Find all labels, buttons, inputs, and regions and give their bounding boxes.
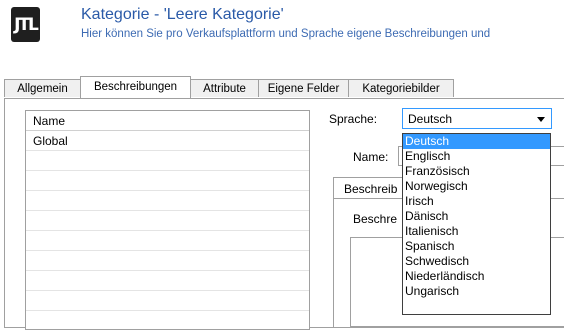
tab-kategoriebilder[interactable]: Kategoriebilder — [348, 79, 454, 97]
name-label: Name: — [353, 150, 389, 164]
language-select[interactable]: Deutsch — [402, 108, 552, 129]
dialog-header: JTL Kategorie - 'Leere Kategorie' Hier k… — [0, 0, 564, 60]
empty-list-row — [26, 171, 309, 191]
platform-list: Name Global — [25, 110, 310, 330]
tab-allgemein[interactable]: Allgemein — [4, 79, 81, 97]
option-deutsch[interactable]: Deutsch — [403, 134, 550, 149]
option-norwegisch[interactable]: Norwegisch — [403, 179, 550, 194]
list-item[interactable]: Global — [26, 131, 309, 151]
option-spanisch[interactable]: Spanisch — [403, 239, 550, 254]
column-header-name[interactable]: Name — [26, 111, 309, 131]
option-irisch[interactable]: Irisch — [403, 194, 550, 209]
empty-list-row — [26, 211, 309, 231]
empty-list-row — [26, 191, 309, 211]
empty-list-row — [26, 291, 309, 311]
language-dropdown-list: Deutsch Englisch Französisch Norwegisch … — [402, 133, 551, 315]
option-niederlaendisch[interactable]: Niederländisch — [403, 269, 550, 284]
tab-beschreibungen[interactable]: Beschreibungen — [80, 76, 191, 98]
description-label: Beschre — [353, 212, 398, 226]
option-daenisch[interactable]: Dänisch — [403, 209, 550, 224]
option-schwedisch[interactable]: Schwedisch — [403, 254, 550, 269]
tab-beschreibung-label: Beschreib — [344, 182, 398, 196]
option-italienisch[interactable]: Italienisch — [403, 224, 550, 239]
option-ungarisch[interactable]: Ungarisch — [403, 284, 550, 299]
empty-list-row — [26, 151, 309, 171]
chevron-down-icon[interactable] — [537, 117, 545, 122]
page-title: Kategorie - 'Leere Kategorie' — [81, 6, 284, 23]
language-select-value: Deutsch — [408, 112, 453, 126]
empty-list-row — [26, 271, 309, 291]
option-franzoesisch[interactable]: Französisch — [403, 164, 550, 179]
jtl-logo: JTL — [11, 7, 40, 42]
tab-eigene-felder[interactable]: Eigene Felder — [258, 79, 349, 97]
option-englisch[interactable]: Englisch — [403, 149, 550, 164]
language-label: Sprache: — [329, 112, 378, 126]
page-subtitle: Hier können Sie pro Verkaufsplattform un… — [81, 28, 491, 40]
empty-list-row — [26, 251, 309, 271]
tab-attribute[interactable]: Attribute — [190, 79, 259, 97]
tab-beschreibung[interactable]: Beschreib — [333, 177, 413, 199]
empty-list-row — [26, 231, 309, 251]
